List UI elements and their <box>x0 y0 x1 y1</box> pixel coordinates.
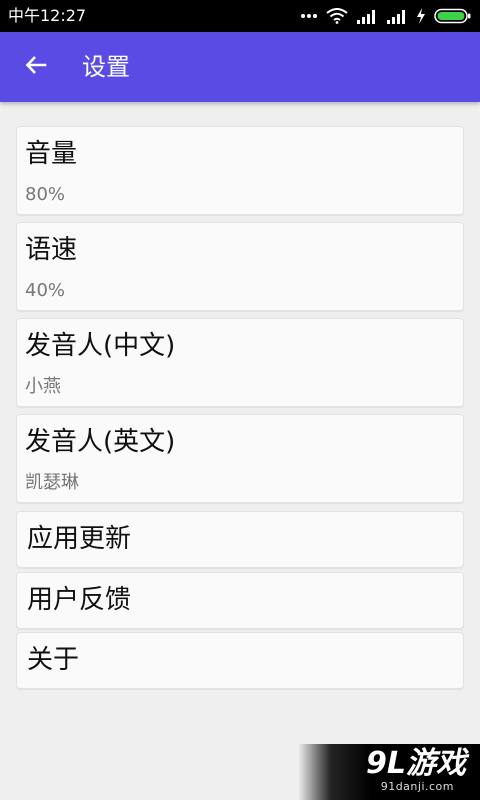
setting-volume[interactable]: 音量 80% <box>16 126 464 215</box>
setting-value: 80% <box>25 184 66 205</box>
setting-app-update[interactable]: 应用更新 <box>16 511 464 568</box>
signal-icon <box>356 8 378 24</box>
arrow-left-icon <box>24 53 48 81</box>
setting-title: 关于 <box>27 645 80 675</box>
watermark-url: 91danji.com <box>380 780 454 793</box>
watermark-logo: 9L游戏 <box>366 746 466 781</box>
setting-title: 音量 <box>25 139 78 169</box>
status-bar: 中午12:27 <box>0 0 480 32</box>
setting-value: 凯瑟琳 <box>25 472 79 493</box>
charging-icon <box>416 8 426 24</box>
setting-title: 语速 <box>25 235 78 265</box>
back-button[interactable] <box>16 49 56 85</box>
battery-icon <box>434 8 472 24</box>
setting-value: 小燕 <box>25 376 61 397</box>
more-dots-icon <box>300 13 318 19</box>
status-icons <box>300 7 472 25</box>
signal-icon <box>386 8 408 24</box>
setting-voice-chinese[interactable]: 发音人(中文) 小燕 <box>16 318 464 407</box>
setting-speech-rate[interactable]: 语速 40% <box>16 222 464 311</box>
app-bar: 设置 <box>0 32 480 102</box>
page-title: 设置 <box>82 53 130 81</box>
setting-user-feedback[interactable]: 用户反馈 <box>16 572 464 629</box>
setting-value: 40% <box>25 280 66 301</box>
setting-title: 发音人(中文) <box>25 331 176 361</box>
setting-title: 发音人(英文) <box>25 427 176 457</box>
status-time: 中午12:27 <box>8 6 87 25</box>
wifi-icon <box>326 8 348 24</box>
watermark: 9L游戏 91danji.com <box>298 744 480 800</box>
setting-title: 用户反馈 <box>27 585 132 615</box>
setting-title: 应用更新 <box>27 524 132 554</box>
setting-about[interactable]: 关于 <box>16 632 464 689</box>
setting-voice-english[interactable]: 发音人(英文) 凯瑟琳 <box>16 414 464 503</box>
